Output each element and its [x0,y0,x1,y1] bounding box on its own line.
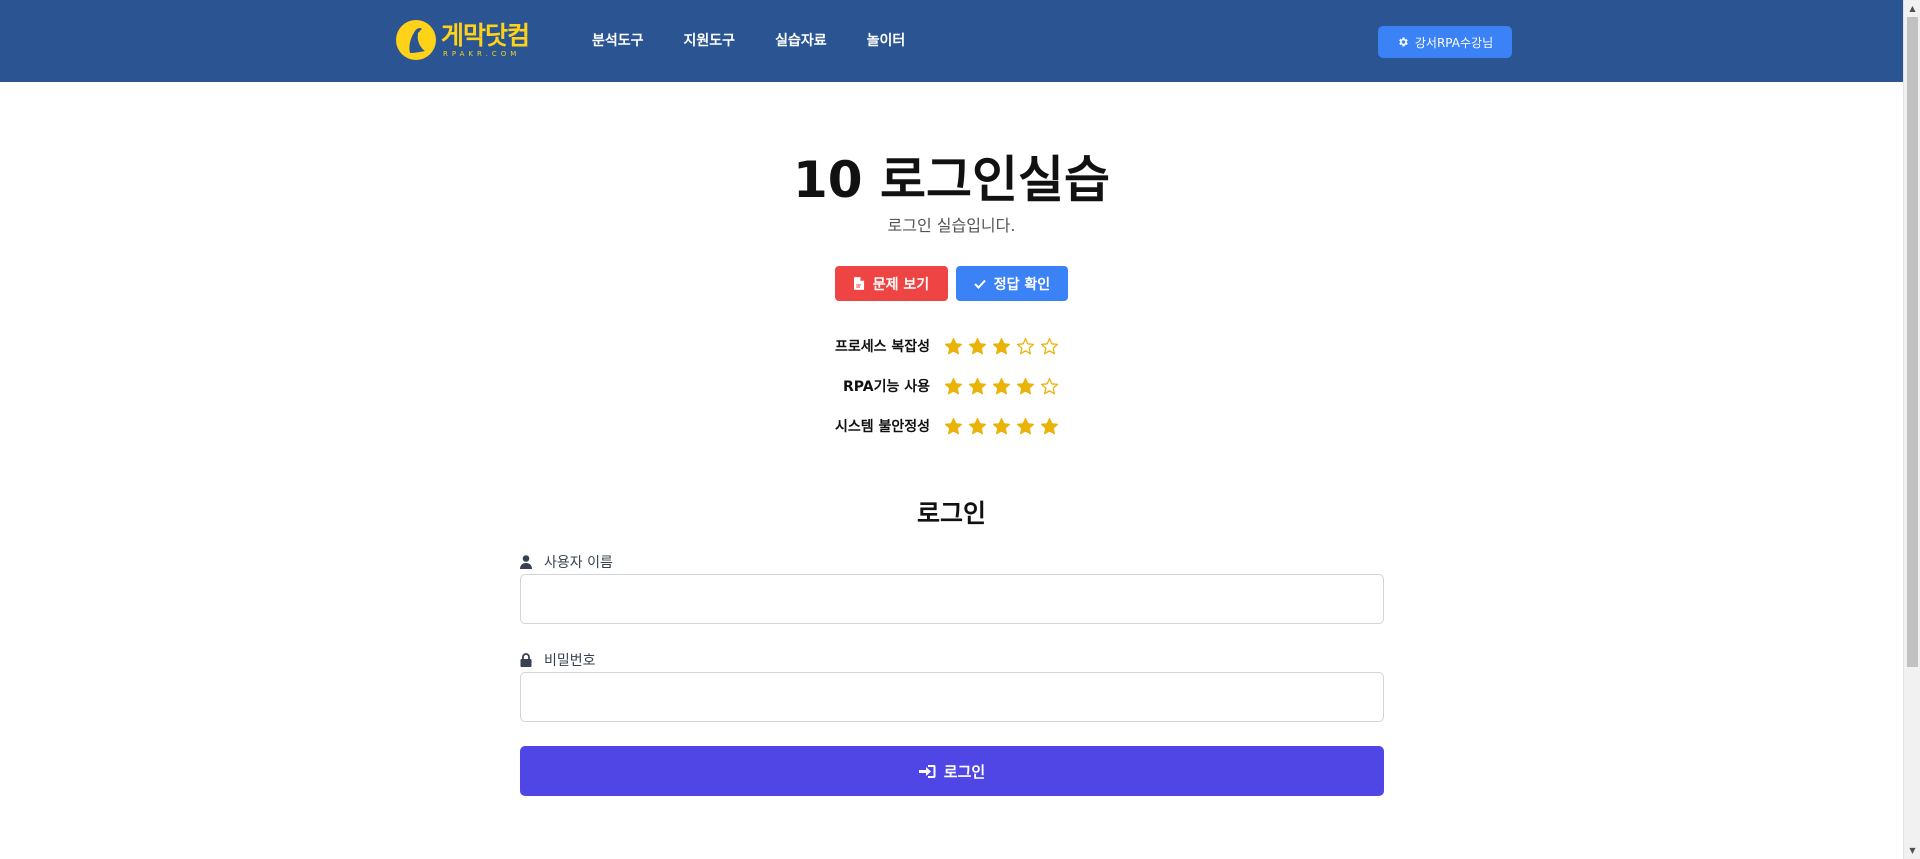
rating-label: 시스템 불안정성 [834,419,930,435]
view-problem-label: 문제 보기 [872,276,930,293]
rating-system-instability: 시스템 불안정성 [790,406,1059,446]
scroll-up-arrow-icon[interactable]: ▲ [1904,0,1920,17]
rating-label: 프로세스 복잡성 [834,339,930,355]
top-navbar: 게막닷컴 RPAKR.COM 분석도구 지원도구 실습자료 놀이터 강서RPA수… [0,0,1903,82]
page-title: 10 로그인실습 [793,151,1110,209]
star-rating [944,337,1059,356]
star-filled-icon [968,377,987,394]
login-heading: 로그인 [916,499,986,528]
password-input[interactable] [520,672,1384,722]
page-scrollbar[interactable]: ▲ ▼ [1903,0,1920,859]
nav-item-playground[interactable]: 놀이터 [867,30,906,50]
user-menu-button[interactable]: 강서RPA수강님 [1378,26,1512,58]
rating-rpa-feature-usage: RPA기능 사용 [790,366,1059,406]
lock-icon [520,653,532,667]
rating-process-complexity: 프로세스 복잡성 [790,326,1059,366]
view-problem-button[interactable]: 문제 보기 [835,266,948,301]
rating-label: RPA기능 사용 [843,379,930,395]
login-submit-label: 로그인 [943,762,986,781]
password-label-text: 비밀번호 [544,653,596,669]
nav-item-support-tools[interactable]: 지원도구 [684,30,736,50]
star-filled-icon [944,417,963,434]
check-answer-label: 정답 확인 [993,276,1051,293]
scrollbar-thumb[interactable] [1907,17,1918,667]
star-filled-icon [992,377,1011,394]
star-empty-icon [1040,337,1059,354]
action-buttons: 문제 보기 정답 확인 [835,266,1068,301]
star-filled-icon [992,337,1011,354]
logo-wordmark: 게막닷컴 [441,20,530,50]
nav-item-analysis-tools[interactable]: 분석도구 [592,30,644,50]
star-filled-icon [992,417,1011,434]
nav-item-practice-materials[interactable]: 실습자료 [775,30,827,50]
sign-in-icon [918,764,936,778]
star-rating [944,417,1059,436]
check-icon [974,279,986,289]
username-input[interactable] [520,574,1384,624]
logo-subtext: RPAKR.COM [443,49,521,58]
gear-icon [1399,37,1408,47]
username-label-text: 사용자 이름 [544,555,613,571]
check-answer-button[interactable]: 정답 확인 [956,266,1068,301]
star-filled-icon [968,337,987,354]
user-menu-label: 강서RPA수강님 [1414,35,1494,50]
star-filled-icon [1016,377,1035,394]
password-label: 비밀번호 [520,650,596,670]
star-filled-icon [1040,417,1059,434]
difficulty-ratings: 프로세스 복잡성 RPA기능 사용 시스템 불안정성 [790,326,1059,446]
star-filled-icon [944,377,963,394]
main-nav: 분석도구 지원도구 실습자료 놀이터 [592,30,945,50]
star-filled-icon [968,417,987,434]
star-empty-icon [1016,337,1035,354]
scroll-down-arrow-icon[interactable]: ▼ [1904,842,1920,859]
login-submit-button[interactable]: 로그인 [520,746,1384,796]
site-logo[interactable]: 게막닷컴 RPAKR.COM [395,18,535,62]
username-label: 사용자 이름 [520,552,613,572]
logo-mark-icon [396,20,436,60]
star-filled-icon [1016,417,1035,434]
user-icon [520,555,532,569]
star-empty-icon [1040,377,1059,394]
document-icon [853,277,864,290]
star-rating [944,377,1059,396]
star-filled-icon [944,337,963,354]
page-subtitle: 로그인 실습입니다. [887,216,1016,235]
